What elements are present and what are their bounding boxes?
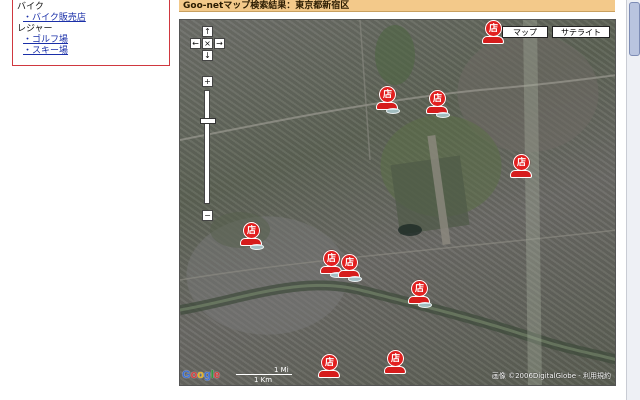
zoom-out-button[interactable]: −	[202, 210, 213, 221]
store-marker[interactable]: 店	[240, 222, 266, 252]
satellite-map[interactable]: ↑ ← × → ↓ + − マップ サテライト 店 店 店 店 店 店 店 店 …	[179, 19, 616, 386]
satellite-type-button[interactable]: サテライト	[552, 26, 610, 38]
scrollbar-thumb[interactable]	[629, 2, 640, 56]
store-pin-icon: 店	[387, 350, 404, 367]
list-item: ・ゴルフ場	[23, 35, 165, 46]
store-pin-icon: 店	[485, 20, 502, 37]
pan-down-button[interactable]: ↓	[202, 50, 213, 61]
store-pin-icon: 店	[243, 222, 260, 239]
car-icon	[318, 370, 340, 378]
car-icon	[510, 170, 532, 178]
category-box: バイク ・バイク販売店 レジャー ・ゴルフ場 ・スキー場	[12, 0, 170, 66]
pan-left-button[interactable]: ←	[190, 38, 201, 49]
scale-km-label: 1 Km	[254, 376, 273, 384]
store-marker[interactable]: 店	[408, 280, 434, 310]
map-copyright[interactable]: 画像 ©2006DigitalGlobe - 利用規約	[492, 371, 611, 381]
store-pin-icon: 店	[411, 280, 428, 297]
link-ski[interactable]: ・スキー場	[23, 46, 68, 56]
store-marker[interactable]: 店	[384, 350, 410, 380]
category-bike: バイク	[17, 2, 44, 12]
store-pin-icon: 店	[321, 354, 338, 371]
zoom-slider-track[interactable]	[204, 90, 210, 204]
pan-up-button[interactable]: ↑	[202, 26, 213, 37]
list-item: ・スキー場	[23, 46, 165, 57]
store-marker[interactable]: 店	[318, 354, 344, 384]
zoom-in-button[interactable]: +	[202, 76, 213, 87]
car-icon	[482, 36, 504, 44]
store-marker[interactable]: 店	[376, 86, 402, 116]
category-leisure: レジャー	[17, 24, 53, 34]
page-scrollbar[interactable]	[626, 0, 640, 400]
marker-shadow	[386, 108, 400, 114]
store-pin-icon: 店	[429, 90, 446, 107]
marker-shadow	[348, 276, 362, 282]
pan-center-button[interactable]: ×	[202, 38, 213, 49]
map-scale: 1 Mi 1 Km	[236, 366, 292, 384]
terrain-overlay	[180, 20, 615, 385]
scale-mi-label: 1 Mi	[274, 366, 289, 374]
list-item: ・バイク販売店	[23, 13, 165, 24]
marker-shadow	[436, 112, 450, 118]
scale-bar	[236, 374, 292, 375]
marker-shadow	[418, 302, 432, 308]
map-type-button[interactable]: マップ	[502, 26, 548, 38]
car-icon	[384, 366, 406, 374]
store-pin-icon: 店	[379, 86, 396, 103]
link-golf[interactable]: ・ゴルフ場	[23, 35, 68, 45]
pan-right-button[interactable]: →	[214, 38, 225, 49]
store-pin-icon: 店	[513, 154, 530, 171]
zoom-slider-thumb[interactable]	[200, 118, 216, 124]
link-bike-shop[interactable]: ・バイク販売店	[23, 13, 86, 23]
store-marker[interactable]: 店	[338, 254, 364, 284]
store-marker[interactable]: 店	[426, 90, 452, 120]
store-pin-icon: 店	[341, 254, 358, 271]
google-logo: Google	[182, 369, 220, 381]
store-marker[interactable]: 店	[510, 154, 536, 184]
marker-shadow	[250, 244, 264, 250]
map-header-title: Goo-netマップ検索結果：東京都新宿区	[179, 0, 615, 12]
store-marker[interactable]: 店	[482, 20, 508, 50]
